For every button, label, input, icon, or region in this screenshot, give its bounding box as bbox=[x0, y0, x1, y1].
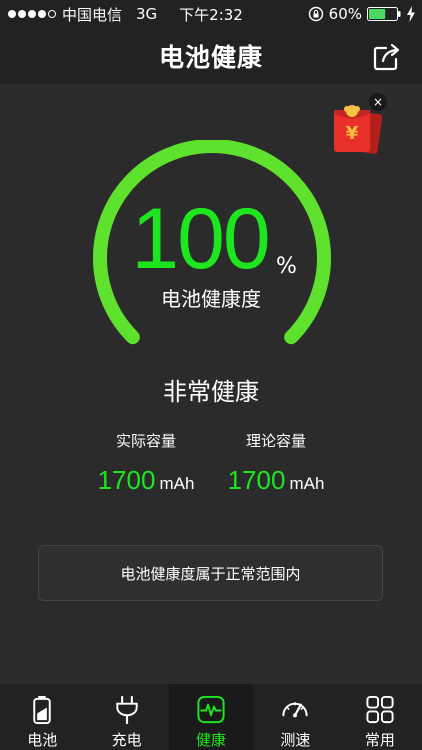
page-title: 电池健康 bbox=[158, 43, 263, 72]
rotation-lock-icon bbox=[308, 6, 323, 22]
signal-strength-icon bbox=[8, 10, 56, 18]
status-time: 下午2:32 bbox=[179, 5, 243, 24]
theoretical-capacity-label: 理论容量 bbox=[245, 432, 306, 450]
network-type: 3G bbox=[136, 5, 158, 23]
tab-bar: 电池 充电 健康 测速 常用 bbox=[0, 684, 422, 750]
battery-level-icon bbox=[367, 7, 401, 21]
tab-label: 电池 bbox=[27, 731, 58, 749]
tab-charging[interactable]: 充电 bbox=[84, 684, 168, 750]
actual-capacity-value: 1700 bbox=[97, 465, 156, 495]
speedometer-icon bbox=[282, 701, 309, 718]
tab-battery[interactable]: 电池 bbox=[0, 684, 84, 750]
percent-sign: % bbox=[276, 254, 297, 279]
charging-bolt-icon bbox=[407, 6, 415, 22]
carrier-name: 中国电信 bbox=[62, 5, 123, 24]
tab-label: 充电 bbox=[111, 731, 142, 749]
actual-capacity-unit: mAh bbox=[159, 474, 195, 493]
health-percent-value: 100 bbox=[131, 191, 271, 287]
tab-label: 常用 bbox=[364, 731, 395, 749]
health-status-text: 非常健康 bbox=[163, 378, 259, 406]
status-bar: 中国电信 3G 下午2:32 60% bbox=[0, 0, 422, 28]
battery-percent: 60% bbox=[328, 5, 362, 23]
theoretical-capacity-value: 1700 bbox=[227, 465, 286, 495]
grid-icon bbox=[366, 695, 394, 724]
theoretical-capacity: 理论容量 1700 mAh bbox=[196, 430, 356, 496]
tab-label: 测速 bbox=[280, 731, 311, 749]
tab-speed-test[interactable]: 测速 bbox=[253, 684, 337, 750]
header: 电池健康 bbox=[0, 28, 422, 84]
health-notice: 电池健康度属于正常范围内 bbox=[38, 545, 383, 601]
yuan-symbol: ¥ bbox=[346, 123, 359, 144]
tab-health[interactable]: 健康 bbox=[168, 684, 254, 750]
pulse-icon bbox=[197, 695, 225, 724]
share-icon bbox=[373, 43, 400, 71]
share-button[interactable] bbox=[370, 40, 404, 74]
battery-icon bbox=[33, 695, 51, 725]
tab-label: 健康 bbox=[196, 731, 227, 749]
plug-icon bbox=[115, 695, 138, 725]
gauge-label: 电池健康度 bbox=[161, 287, 261, 311]
close-red-packet-button[interactable]: × bbox=[369, 93, 387, 111]
theoretical-capacity-unit: mAh bbox=[289, 474, 325, 493]
tab-tools[interactable]: 常用 bbox=[338, 684, 422, 750]
